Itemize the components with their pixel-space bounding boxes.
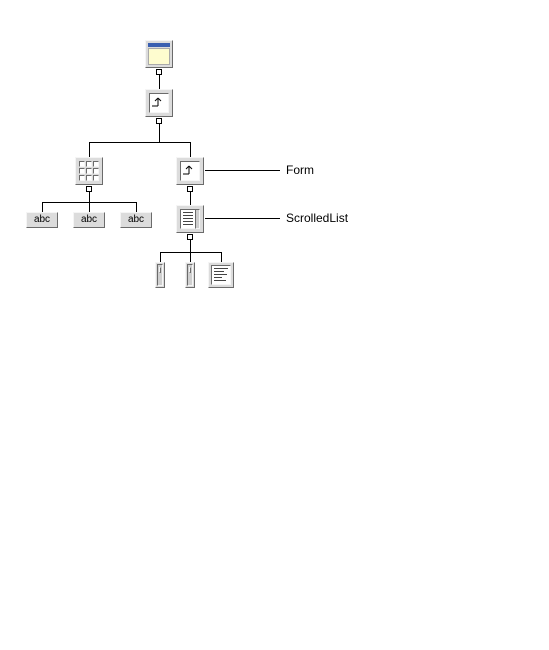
grid-icon	[75, 157, 103, 185]
connector	[160, 252, 222, 253]
window-icon	[145, 40, 173, 68]
connector	[190, 142, 191, 157]
leader-line-form	[205, 170, 280, 171]
connector	[89, 192, 90, 202]
connector	[190, 252, 191, 262]
connector	[190, 192, 191, 205]
form-icon	[145, 89, 173, 117]
port	[187, 186, 193, 192]
connector	[160, 252, 161, 262]
diagram-canvas: abc abc abc Form ScrolledList	[0, 0, 549, 650]
scrolled-list-icon	[176, 205, 204, 233]
port	[86, 186, 92, 192]
textpanel-icon	[208, 262, 234, 288]
form-icon	[176, 157, 204, 185]
connector	[89, 142, 191, 143]
label-button-3: abc	[120, 212, 152, 228]
connector	[159, 75, 160, 89]
port	[156, 69, 162, 75]
connector	[136, 202, 137, 212]
label-button-1: abc	[26, 212, 58, 228]
connector	[89, 142, 90, 157]
connector	[42, 202, 43, 212]
label-form: Form	[286, 163, 314, 177]
connector	[89, 202, 90, 212]
leader-line-scrolledlist	[205, 218, 280, 219]
scrollbar-icon	[185, 262, 195, 288]
port	[187, 234, 193, 240]
label-scrolledlist: ScrolledList	[286, 211, 348, 225]
port	[156, 118, 162, 124]
label-button-2: abc	[73, 212, 105, 228]
connector	[221, 252, 222, 262]
connector	[159, 124, 160, 142]
scrollbar-icon	[155, 262, 165, 288]
connector	[190, 240, 191, 252]
